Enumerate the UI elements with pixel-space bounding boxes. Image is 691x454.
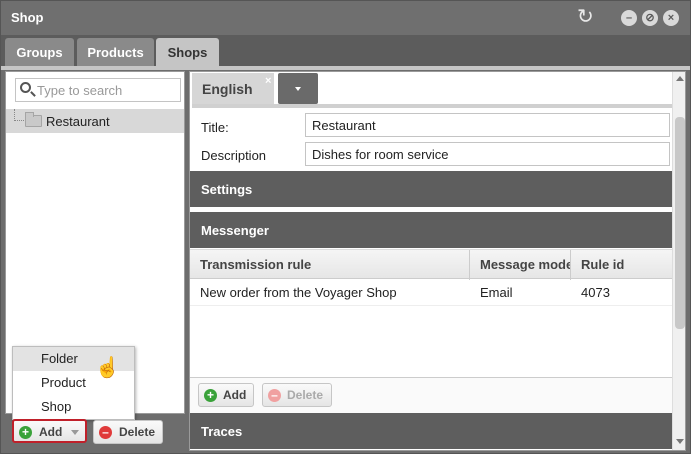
delete-button-label: Delete <box>119 425 156 439</box>
description-field[interactable]: Dishes for room service <box>305 142 670 166</box>
language-tab-bar <box>192 104 672 108</box>
cell-transmission-rule: New order from the Voyager Shop <box>200 285 397 300</box>
close-icon[interactable]: × <box>663 10 679 26</box>
tree-item-label: Restaurant <box>46 114 110 129</box>
minimize-icon[interactable]: – <box>621 10 637 26</box>
cell-rule-id: 4073 <box>581 285 610 300</box>
column-rule-id[interactable]: Rule id <box>571 250 672 280</box>
messenger-section-header[interactable]: Messenger <box>190 212 672 248</box>
title-label: Title: <box>201 120 229 135</box>
search-input[interactable]: Type to search <box>15 78 181 102</box>
vertical-scrollbar[interactable] <box>672 72 685 450</box>
settings-section-header[interactable]: Settings <box>190 171 672 207</box>
tab-products[interactable]: Products <box>77 38 154 69</box>
window-title: Shop <box>11 10 44 25</box>
grid-delete-button[interactable]: – Delete <box>262 383 332 407</box>
language-tab-label: English <box>202 81 253 97</box>
add-icon: + <box>19 426 32 439</box>
add-icon: + <box>204 389 217 402</box>
search-icon <box>20 82 31 93</box>
grid-delete-label: Delete <box>287 388 324 402</box>
traces-section-header[interactable]: Traces <box>190 413 672 449</box>
language-dropdown-button[interactable] <box>278 73 318 104</box>
restore-icon[interactable]: ⊘ <box>642 10 658 26</box>
title-field[interactable]: Restaurant <box>305 113 670 137</box>
hand-cursor-icon: ☝ <box>95 357 120 379</box>
menu-item-shop[interactable]: Shop <box>13 395 134 419</box>
tab-groups[interactable]: Groups <box>5 38 74 69</box>
add-button[interactable]: + Add <box>12 419 87 443</box>
tab-english[interactable]: English × <box>192 73 274 104</box>
grid-add-button[interactable]: + Add <box>198 383 254 407</box>
tab-shops[interactable]: Shops <box>156 38 219 69</box>
cell-message-mode: Email <box>480 285 513 300</box>
chevron-down-icon <box>71 430 79 435</box>
folder-icon <box>25 112 42 127</box>
delete-button[interactable]: – Delete <box>93 420 163 444</box>
delete-icon: – <box>268 389 281 402</box>
scroll-up-icon[interactable] <box>676 76 684 81</box>
tab-strip: Groups Products Shops <box>1 35 690 69</box>
add-button-label: Add <box>39 425 63 439</box>
tree-connector <box>14 109 24 121</box>
tree-item-restaurant[interactable]: Restaurant <box>6 109 184 133</box>
scroll-thumb[interactable] <box>675 117 685 329</box>
column-transmission-rule[interactable]: Transmission rule <box>190 250 470 280</box>
delete-icon: – <box>99 426 112 439</box>
shop-window: Shop ↻ – ⊘ × Groups Products Shops Type … <box>0 0 691 454</box>
search-placeholder: Type to search <box>37 83 123 98</box>
grid-header: Transmission rule Message mode Rule id <box>190 249 672 280</box>
description-label: Description <box>201 148 267 163</box>
shop-detail-panel: English × Title: Restaurant Description … <box>189 71 686 451</box>
refresh-icon[interactable]: ↻ <box>577 7 594 27</box>
grid-add-label: Add <box>223 388 247 402</box>
tab-underline <box>1 66 690 70</box>
messenger-grid: Transmission rule Message mode Rule id N… <box>190 249 672 377</box>
close-tab-icon[interactable]: × <box>265 75 271 87</box>
column-message-mode[interactable]: Message mode <box>470 250 571 280</box>
title-bar: Shop ↻ – ⊘ × <box>1 1 690 35</box>
grid-toolbar: + Add – Delete <box>190 377 672 413</box>
scroll-down-icon[interactable] <box>676 439 684 444</box>
table-row[interactable]: New order from the Voyager Shop Email 40… <box>190 279 672 306</box>
